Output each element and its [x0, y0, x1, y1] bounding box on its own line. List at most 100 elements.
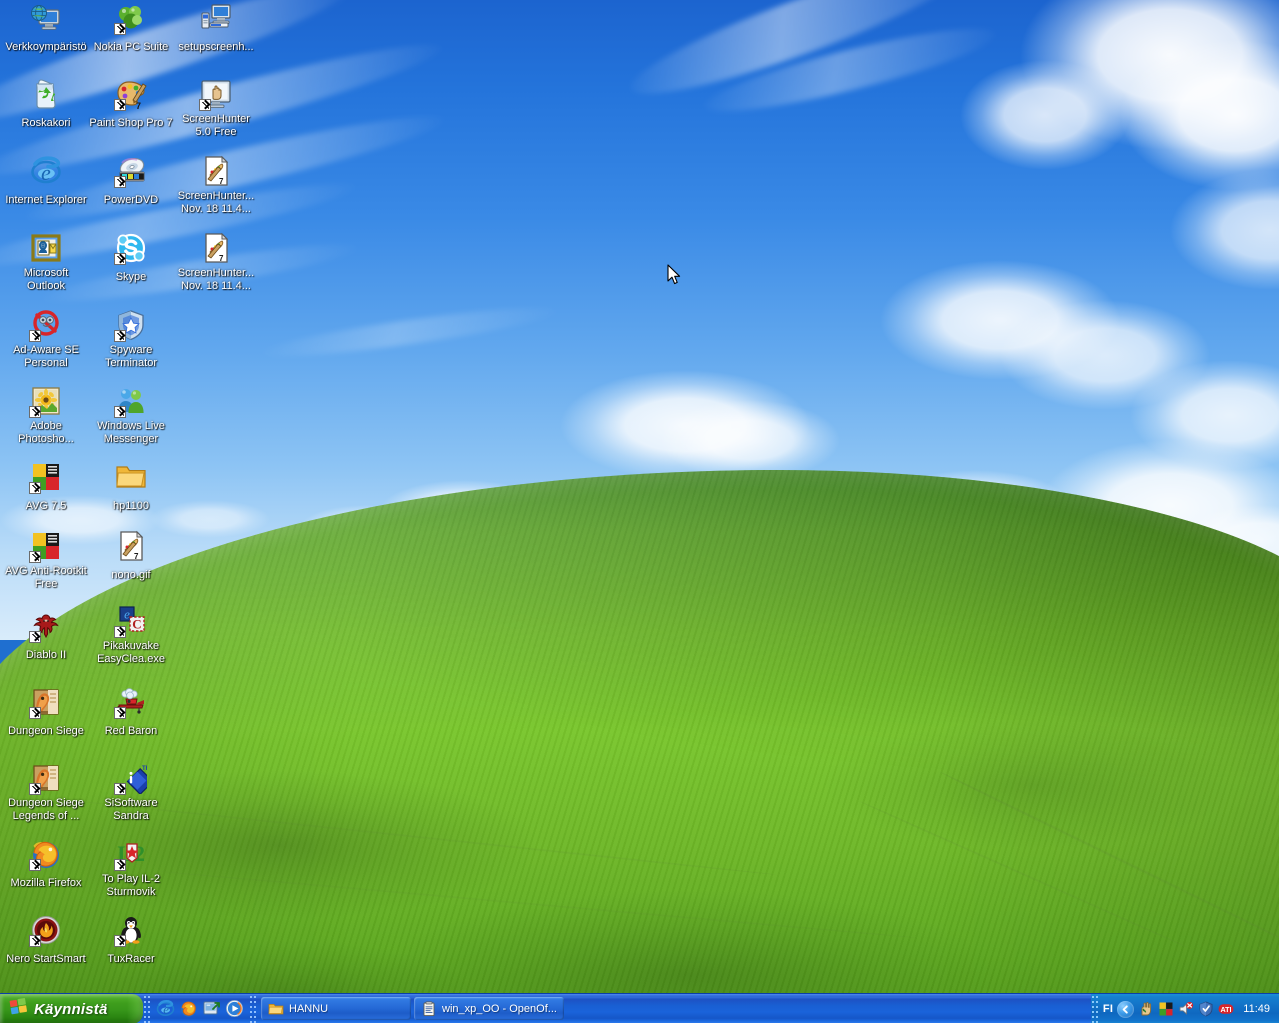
- mozilla-firefox-icon[interactable]: [179, 999, 198, 1018]
- image-file-icon: [115, 530, 147, 562]
- dungeon-siege-icon: [29, 686, 62, 719]
- desktop-icon[interactable]: Roskakori: [4, 78, 88, 131]
- desktop-icon-label: TuxRacer: [107, 953, 155, 965]
- sisoftware-sandra-icon: [114, 762, 147, 795]
- desktop-icon[interactable]: ScreenHunter... Nov. 18 11.4...: [174, 155, 258, 217]
- desktop-icon-label: Red Baron: [104, 725, 158, 737]
- desktop-icon-label: AVG Anti-Rootkit Free: [5, 565, 87, 590]
- desktop-icon[interactable]: Windows Live Messenger: [89, 385, 173, 447]
- shortcut-arrow-icon: [114, 176, 126, 188]
- start-button[interactable]: Käynnistä: [0, 994, 143, 1023]
- desktop-icon[interactable]: Mozilla Firefox: [4, 838, 88, 891]
- recycle-bin-icon: [30, 78, 62, 110]
- desktop-icon[interactable]: Adobe Photosho...: [4, 385, 88, 447]
- desktop-icon-label: Diablo II: [25, 649, 67, 661]
- desktop-icon[interactable]: Diablo II: [4, 610, 88, 663]
- screenhunter-icon: [199, 78, 232, 111]
- desktop-icon-label: Adobe Photosho...: [18, 420, 74, 445]
- windows-live-messenger-icon: [114, 385, 147, 418]
- desktop-icon-label: Mozilla Firefox: [10, 877, 82, 889]
- desktop-icon-label: ScreenHunter... Nov. 18 11.4...: [177, 267, 255, 292]
- desktop-icon[interactable]: AVG 7.5: [4, 461, 88, 514]
- desktop-icon-label: ScreenHunter... Nov. 18 11.4...: [177, 190, 255, 215]
- shortcut-arrow-icon: [29, 783, 41, 795]
- paint-shop-pro-icon: [114, 78, 147, 111]
- shortcut-arrow-icon: [114, 626, 126, 638]
- shortcut-arrow-icon: [199, 99, 211, 111]
- internet-explorer-icon[interactable]: e: [156, 999, 175, 1018]
- desktop-icon-grid[interactable]: Verkkoympäristö Nokia PC Suite setupscreen…: [0, 0, 1279, 1023]
- shortcut-arrow-icon: [114, 859, 126, 871]
- system-tray[interactable]: FI ATI 11:49: [1090, 994, 1279, 1023]
- task-button-openoffice[interactable]: win_xp_OO - OpenOf...: [414, 997, 564, 1020]
- desktop-icon-label: Dungeon Siege Legends of ...: [8, 797, 84, 822]
- desktop-icon[interactable]: Dungeon Siege Legends of ...: [4, 762, 88, 824]
- spyware-terminator-tray-icon[interactable]: [1138, 1001, 1154, 1017]
- shortcut-arrow-icon: [114, 253, 126, 265]
- shortcut-arrow-icon: [29, 935, 41, 947]
- desktop-icon[interactable]: Verkkoympäristö: [4, 2, 88, 55]
- avg-icon: [29, 461, 62, 494]
- desktop-icon[interactable]: hp1100: [89, 461, 173, 514]
- desktop-icon[interactable]: SiSoftware Sandra: [89, 762, 173, 824]
- desktop-icon[interactable]: nono.gif: [89, 530, 173, 583]
- ati-catalyst-tray-icon[interactable]: ATI: [1218, 1001, 1234, 1017]
- task-buttons-area[interactable]: HANNU win_xp_OO - OpenOf...: [257, 994, 1091, 1023]
- windows-media-player-icon[interactable]: [225, 999, 244, 1018]
- desktop-icon[interactable]: Internet Explorer: [4, 155, 88, 208]
- desktop-icon[interactable]: Spyware Terminator: [89, 309, 173, 371]
- desktop-icon[interactable]: Pikakuvake EasyClea.exe: [89, 605, 173, 667]
- desktop-icon-label: Microsoft Outlook: [23, 267, 69, 292]
- desktop[interactable]: Verkkoympäristö Nokia PC Suite setupscreen…: [0, 0, 1279, 1023]
- desktop-icon[interactable]: Ad-Aware SE Personal: [4, 309, 88, 371]
- show-desktop-icon[interactable]: [202, 999, 221, 1018]
- language-indicator[interactable]: FI: [1103, 1003, 1113, 1015]
- desktop-icon[interactable]: setupscreenh...: [174, 2, 258, 55]
- task-button-folder[interactable]: HANNU: [261, 997, 411, 1020]
- desktop-icon-label: Roskakori: [21, 117, 71, 129]
- avg-tray-icon[interactable]: [1158, 1001, 1174, 1017]
- desktop-icon[interactable]: AVG Anti-Rootkit Free: [4, 530, 88, 592]
- desktop-icon-label: Ad-Aware SE Personal: [13, 344, 79, 369]
- desktop-icon[interactable]: Dungeon Siege: [4, 686, 88, 739]
- desktop-icon[interactable]: Paint Shop Pro 7: [89, 78, 173, 131]
- desktop-icon[interactable]: Red Baron: [89, 686, 173, 739]
- shortcut-arrow-icon: [29, 482, 41, 494]
- windows-logo-icon: [9, 997, 28, 1021]
- windows-security-tray-icon[interactable]: [1198, 1001, 1214, 1017]
- desktop-icon[interactable]: Nero StartSmart: [4, 914, 88, 967]
- diablo-ii-icon: [29, 610, 62, 643]
- desktop-icon[interactable]: Nokia PC Suite: [89, 2, 173, 55]
- desktop-icon-label: Pikakuvake EasyClea.exe: [97, 640, 165, 665]
- quick-launch-bar[interactable]: e: [151, 994, 249, 1023]
- image-file-icon: [200, 155, 232, 187]
- mozilla-firefox-icon: [29, 838, 62, 871]
- desktop-icon[interactable]: To Play IL-2 Sturmovik: [89, 838, 173, 900]
- desktop-icon[interactable]: ScreenHunter... Nov. 18 11.4...: [174, 232, 258, 294]
- desktop-icon[interactable]: TuxRacer: [89, 914, 173, 967]
- desktop-icon-label: setupscreenh...: [178, 41, 254, 53]
- svg-text:ATI: ATI: [1221, 1005, 1232, 1014]
- task-area-grip[interactable]: [249, 994, 257, 1023]
- svg-text:e: e: [163, 1002, 169, 1017]
- tuxracer-icon: [114, 914, 147, 947]
- quick-launch-grip[interactable]: [143, 994, 151, 1023]
- desktop-icon[interactable]: ScreenHunter 5.0 Free: [174, 78, 258, 140]
- openoffice-writer-icon: [421, 1000, 437, 1017]
- desktop-icon[interactable]: PowerDVD: [89, 155, 173, 208]
- shortcut-arrow-icon: [114, 406, 126, 418]
- shortcut-arrow-icon: [29, 406, 41, 418]
- shortcut-arrow-icon: [29, 551, 41, 563]
- desktop-icon-label: Spyware Terminator: [105, 344, 157, 369]
- microsoft-outlook-icon: [30, 232, 62, 264]
- desktop-icon-label: nono.gif: [111, 569, 151, 581]
- spyware-terminator-icon: [114, 309, 147, 342]
- desktop-icon[interactable]: Microsoft Outlook: [4, 232, 88, 294]
- shortcut-arrow-icon: [29, 330, 41, 342]
- taskbar-clock[interactable]: 11:49: [1243, 1003, 1270, 1015]
- folder-icon: [268, 1001, 284, 1017]
- taskbar[interactable]: Käynnistä e HANNU win_xp_OO - OpenOf... …: [0, 993, 1279, 1023]
- volume-muted-tray-icon[interactable]: [1178, 1001, 1194, 1017]
- desktop-icon[interactable]: Skype: [89, 232, 173, 285]
- show-hidden-icons-chevron-icon[interactable]: [1117, 1000, 1135, 1018]
